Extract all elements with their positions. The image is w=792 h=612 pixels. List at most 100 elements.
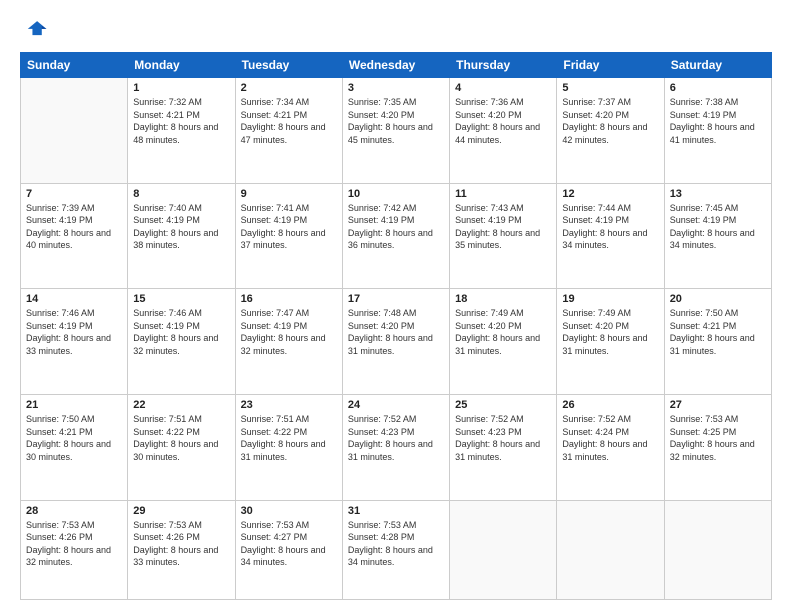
calendar-cell: 23 Sunrise: 7:51 AMSunset: 4:22 PMDayligh…	[235, 394, 342, 500]
day-info: Sunrise: 7:53 AMSunset: 4:27 PMDaylight:…	[241, 519, 337, 569]
calendar-cell: 20 Sunrise: 7:50 AMSunset: 4:21 PMDayligh…	[664, 289, 771, 395]
calendar-week-5: 28 Sunrise: 7:53 AMSunset: 4:26 PMDayligh…	[21, 500, 772, 599]
day-info: Sunrise: 7:46 AMSunset: 4:19 PMDaylight:…	[133, 307, 229, 357]
day-info: Sunrise: 7:52 AMSunset: 4:24 PMDaylight:…	[562, 413, 658, 463]
calendar-cell: 14 Sunrise: 7:46 AMSunset: 4:19 PMDayligh…	[21, 289, 128, 395]
day-info: Sunrise: 7:43 AMSunset: 4:19 PMDaylight:…	[455, 202, 551, 252]
day-number: 20	[670, 293, 766, 305]
day-info: Sunrise: 7:39 AMSunset: 4:19 PMDaylight:…	[26, 202, 122, 252]
day-number: 15	[133, 293, 229, 305]
calendar-cell: 25 Sunrise: 7:52 AMSunset: 4:23 PMDayligh…	[450, 394, 557, 500]
day-info: Sunrise: 7:45 AMSunset: 4:19 PMDaylight:…	[670, 202, 766, 252]
day-number: 28	[26, 505, 122, 517]
calendar-cell: 29 Sunrise: 7:53 AMSunset: 4:26 PMDayligh…	[128, 500, 235, 599]
day-number: 14	[26, 293, 122, 305]
calendar-cell: 21Sunrise: 7:50 AMSunset: 4:21 PMDayligh…	[21, 394, 128, 500]
day-info: Sunrise: 7:53 AMSunset: 4:26 PMDaylight:…	[133, 519, 229, 569]
day-number: 5	[562, 82, 658, 94]
calendar-week-4: 21Sunrise: 7:50 AMSunset: 4:21 PMDayligh…	[21, 394, 772, 500]
day-info: Sunrise: 7:51 AMSunset: 4:22 PMDaylight:…	[241, 413, 337, 463]
day-info: Sunrise: 7:35 AMSunset: 4:20 PMDaylight:…	[348, 96, 444, 146]
day-number: 26	[562, 399, 658, 411]
day-info: Sunrise: 7:42 AMSunset: 4:19 PMDaylight:…	[348, 202, 444, 252]
day-number: 27	[670, 399, 766, 411]
weekday-header-wednesday: Wednesday	[342, 53, 449, 78]
calendar-cell: 2Sunrise: 7:34 AMSunset: 4:21 PMDaylight…	[235, 78, 342, 184]
day-number: 23	[241, 399, 337, 411]
calendar-cell: 1Sunrise: 7:32 AMSunset: 4:21 PMDaylight…	[128, 78, 235, 184]
page: SundayMondayTuesdayWednesdayThursdayFrid…	[0, 0, 792, 612]
day-info: Sunrise: 7:50 AMSunset: 4:21 PMDaylight:…	[670, 307, 766, 357]
day-number: 24	[348, 399, 444, 411]
day-number: 16	[241, 293, 337, 305]
logo-icon	[20, 18, 48, 46]
day-info: Sunrise: 7:52 AMSunset: 4:23 PMDaylight:…	[455, 413, 551, 463]
day-info: Sunrise: 7:40 AMSunset: 4:19 PMDaylight:…	[133, 202, 229, 252]
calendar-cell: 27 Sunrise: 7:53 AMSunset: 4:25 PMDayligh…	[664, 394, 771, 500]
day-number: 6	[670, 82, 766, 94]
calendar-cell: 31 Sunrise: 7:53 AMSunset: 4:28 PMDayligh…	[342, 500, 449, 599]
day-number: 4	[455, 82, 551, 94]
day-info: Sunrise: 7:49 AMSunset: 4:20 PMDaylight:…	[562, 307, 658, 357]
calendar-cell: 28 Sunrise: 7:53 AMSunset: 4:26 PMDayligh…	[21, 500, 128, 599]
calendar-cell: 19 Sunrise: 7:49 AMSunset: 4:20 PMDayligh…	[557, 289, 664, 395]
calendar-cell: 11 Sunrise: 7:43 AMSunset: 4:19 PMDayligh…	[450, 183, 557, 289]
day-info: Sunrise: 7:37 AMSunset: 4:20 PMDaylight:…	[562, 96, 658, 146]
day-number: 10	[348, 188, 444, 200]
day-info: Sunrise: 7:49 AMSunset: 4:20 PMDaylight:…	[455, 307, 551, 357]
day-number: 7	[26, 188, 122, 200]
calendar-cell: 10 Sunrise: 7:42 AMSunset: 4:19 PMDayligh…	[342, 183, 449, 289]
day-number: 2	[241, 82, 337, 94]
calendar-cell: 13 Sunrise: 7:45 AMSunset: 4:19 PMDayligh…	[664, 183, 771, 289]
calendar-cell: 16 Sunrise: 7:47 AMSunset: 4:19 PMDayligh…	[235, 289, 342, 395]
day-info: Sunrise: 7:46 AMSunset: 4:19 PMDaylight:…	[26, 307, 122, 357]
day-number: 18	[455, 293, 551, 305]
calendar-cell: 6 Sunrise: 7:38 AMSunset: 4:19 PMDaylight…	[664, 78, 771, 184]
day-number: 21	[26, 399, 122, 411]
day-number: 3	[348, 82, 444, 94]
day-info: Sunrise: 7:41 AMSunset: 4:19 PMDaylight:…	[241, 202, 337, 252]
day-number: 13	[670, 188, 766, 200]
day-info: Sunrise: 7:47 AMSunset: 4:19 PMDaylight:…	[241, 307, 337, 357]
logo	[20, 18, 52, 46]
day-number: 29	[133, 505, 229, 517]
calendar-cell: 22Sunrise: 7:51 AMSunset: 4:22 PMDayligh…	[128, 394, 235, 500]
calendar-cell: 3 Sunrise: 7:35 AMSunset: 4:20 PMDaylight…	[342, 78, 449, 184]
calendar-cell	[664, 500, 771, 599]
weekday-header-saturday: Saturday	[664, 53, 771, 78]
weekday-header-friday: Friday	[557, 53, 664, 78]
weekday-header-row: SundayMondayTuesdayWednesdayThursdayFrid…	[21, 53, 772, 78]
calendar-week-1: 1Sunrise: 7:32 AMSunset: 4:21 PMDaylight…	[21, 78, 772, 184]
day-number: 9	[241, 188, 337, 200]
calendar-cell	[557, 500, 664, 599]
day-number: 11	[455, 188, 551, 200]
calendar-cell: 4 Sunrise: 7:36 AMSunset: 4:20 PMDaylight…	[450, 78, 557, 184]
calendar: SundayMondayTuesdayWednesdayThursdayFrid…	[20, 52, 772, 600]
calendar-cell: 7 Sunrise: 7:39 AMSunset: 4:19 PMDaylight…	[21, 183, 128, 289]
day-number: 25	[455, 399, 551, 411]
day-info: Sunrise: 7:51 AMSunset: 4:22 PMDaylight:…	[133, 413, 229, 463]
day-number: 30	[241, 505, 337, 517]
day-info: Sunrise: 7:48 AMSunset: 4:20 PMDaylight:…	[348, 307, 444, 357]
day-info: Sunrise: 7:38 AMSunset: 4:19 PMDaylight:…	[670, 96, 766, 146]
day-info: Sunrise: 7:32 AMSunset: 4:21 PMDaylight:…	[133, 96, 229, 146]
day-info: Sunrise: 7:53 AMSunset: 4:26 PMDaylight:…	[26, 519, 122, 569]
day-number: 12	[562, 188, 658, 200]
calendar-cell: 30 Sunrise: 7:53 AMSunset: 4:27 PMDayligh…	[235, 500, 342, 599]
day-info: Sunrise: 7:44 AMSunset: 4:19 PMDaylight:…	[562, 202, 658, 252]
weekday-header-monday: Monday	[128, 53, 235, 78]
calendar-cell: 24Sunrise: 7:52 AMSunset: 4:23 PMDayligh…	[342, 394, 449, 500]
calendar-cell	[450, 500, 557, 599]
calendar-cell: 17Sunrise: 7:48 AMSunset: 4:20 PMDayligh…	[342, 289, 449, 395]
day-info: Sunrise: 7:53 AMSunset: 4:28 PMDaylight:…	[348, 519, 444, 569]
day-number: 19	[562, 293, 658, 305]
day-info: Sunrise: 7:53 AMSunset: 4:25 PMDaylight:…	[670, 413, 766, 463]
day-info: Sunrise: 7:36 AMSunset: 4:20 PMDaylight:…	[455, 96, 551, 146]
calendar-cell: 8Sunrise: 7:40 AMSunset: 4:19 PMDaylight…	[128, 183, 235, 289]
calendar-cell: 26 Sunrise: 7:52 AMSunset: 4:24 PMDayligh…	[557, 394, 664, 500]
calendar-cell: 18 Sunrise: 7:49 AMSunset: 4:20 PMDayligh…	[450, 289, 557, 395]
calendar-week-2: 7 Sunrise: 7:39 AMSunset: 4:19 PMDaylight…	[21, 183, 772, 289]
weekday-header-sunday: Sunday	[21, 53, 128, 78]
calendar-cell	[21, 78, 128, 184]
day-number: 31	[348, 505, 444, 517]
